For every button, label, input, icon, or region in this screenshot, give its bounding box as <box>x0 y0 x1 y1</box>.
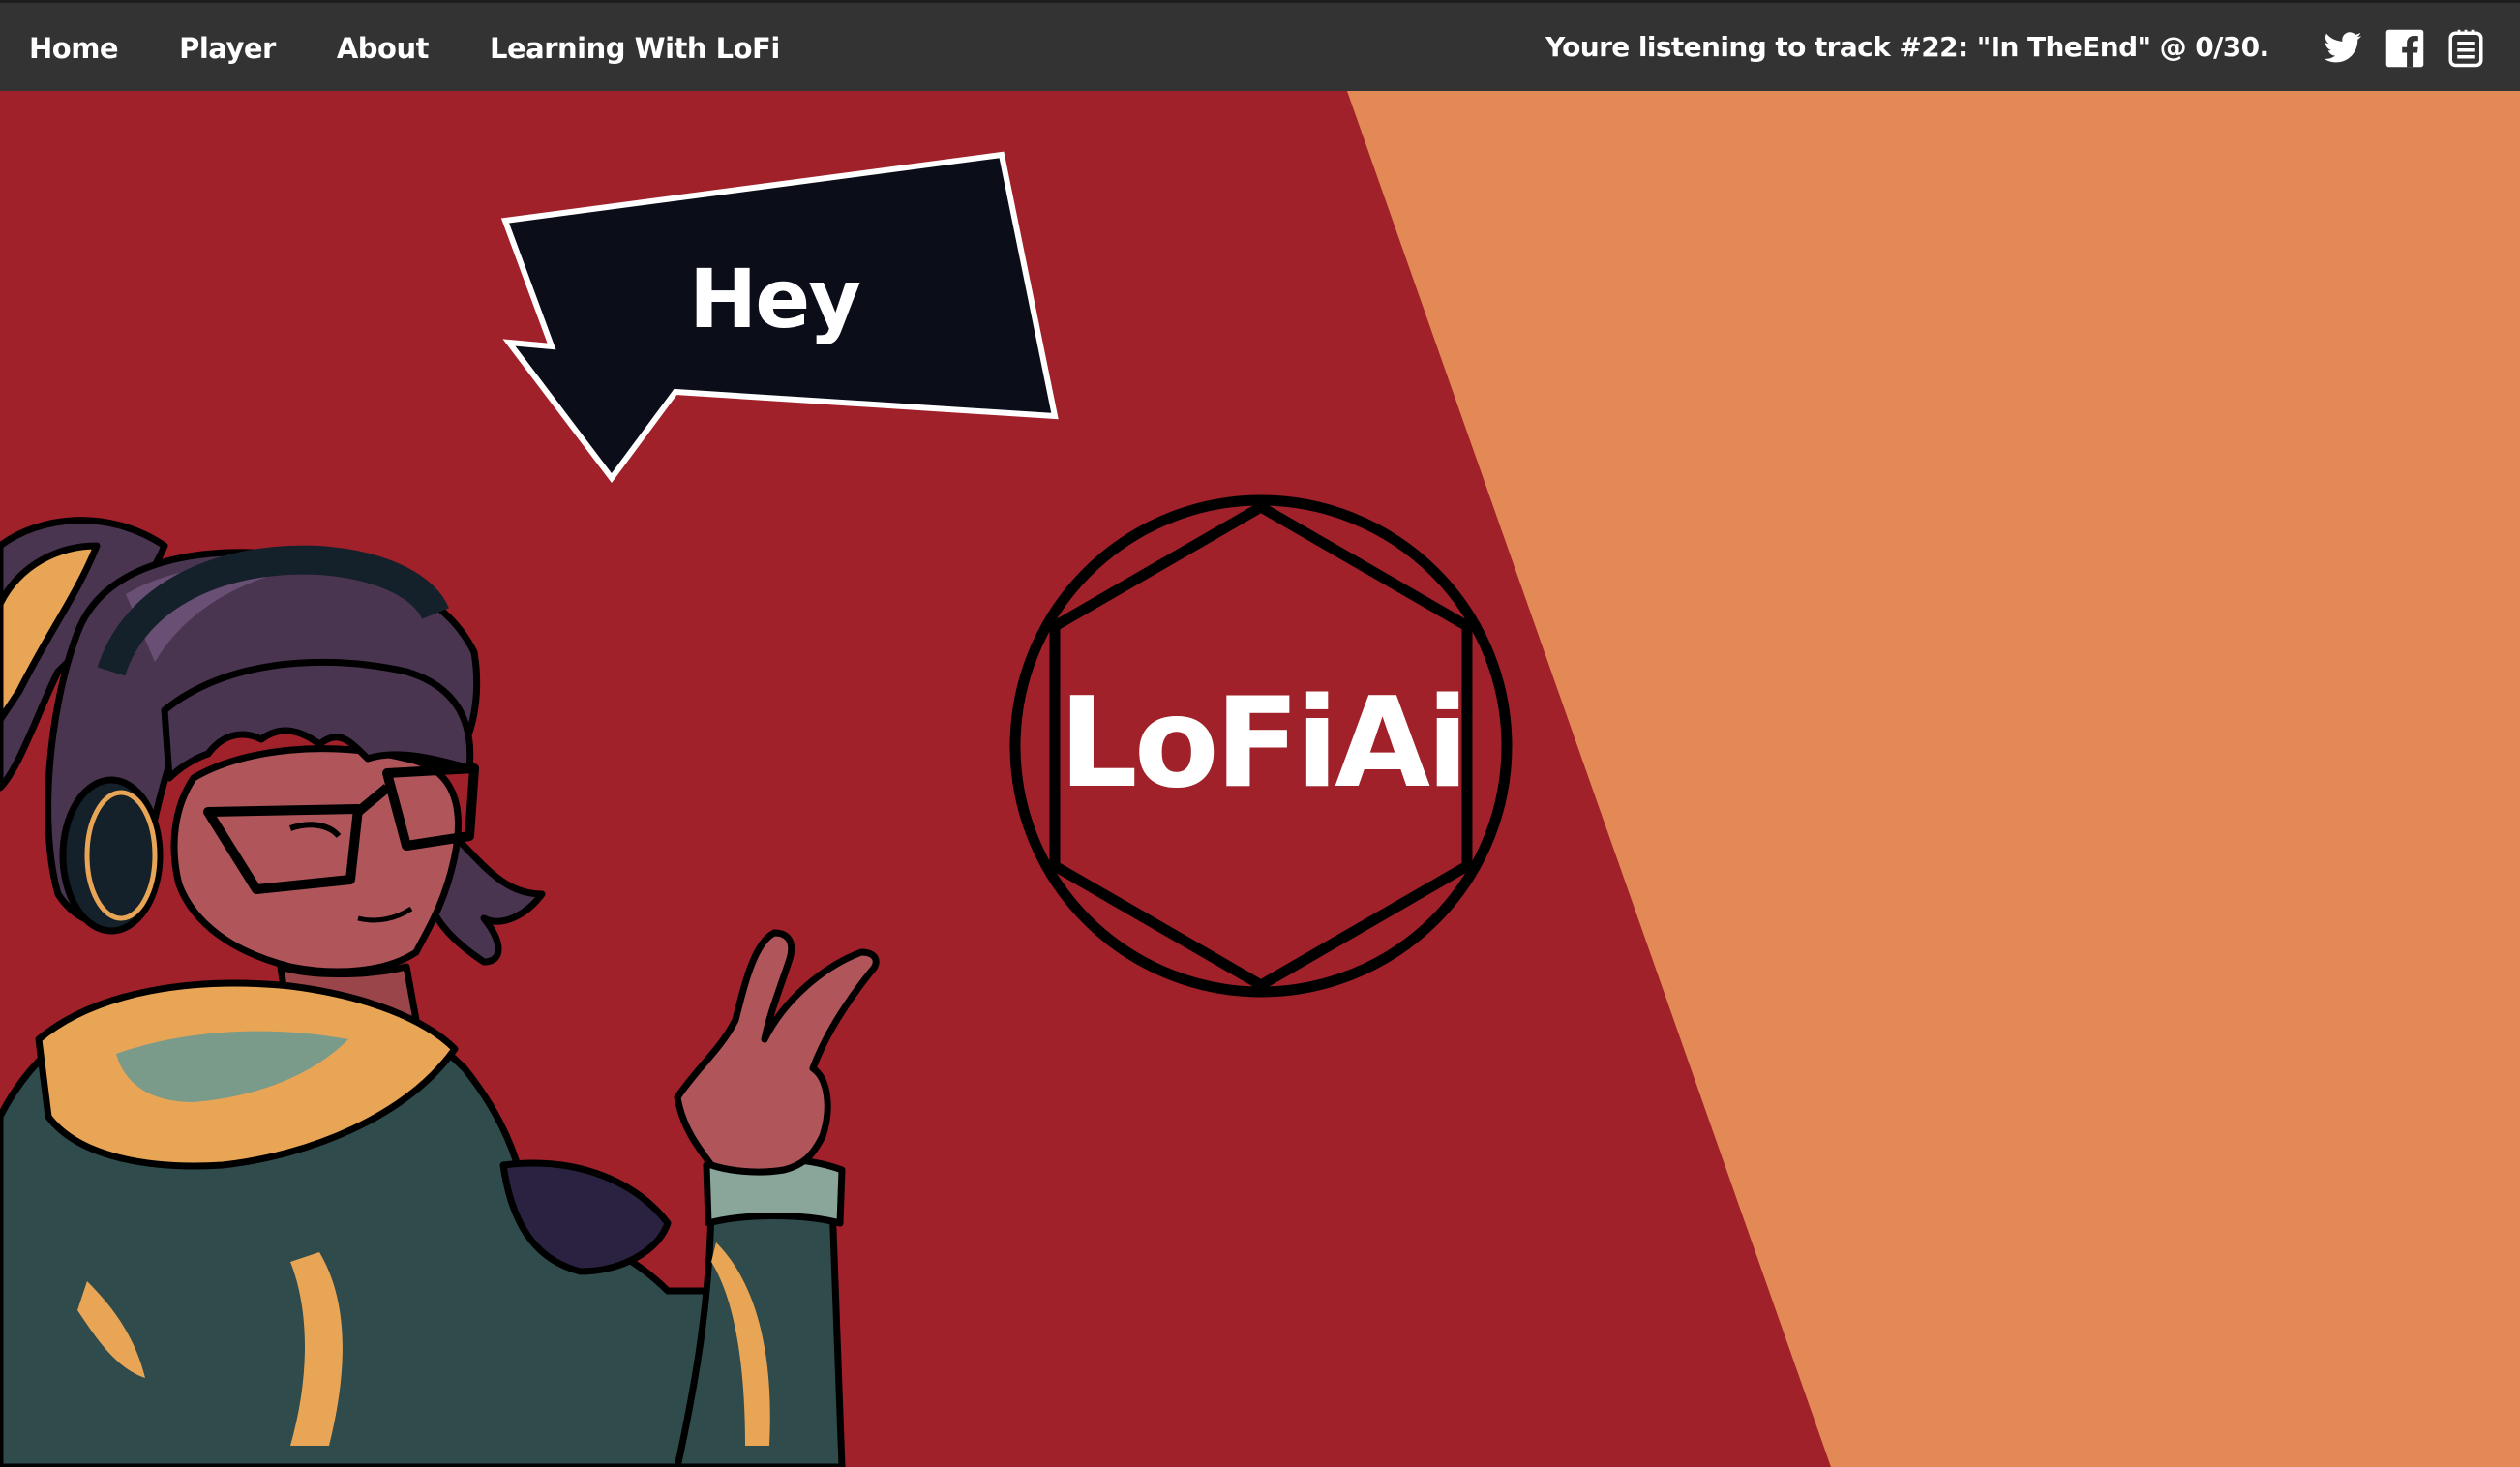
facebook-icon[interactable] <box>2385 28 2425 69</box>
nav-link-player[interactable]: Player <box>179 32 276 65</box>
now-playing-status: Youre listening to track #22: "In TheEnd… <box>1545 31 2269 63</box>
speech-bubble-text: Hey <box>688 252 861 346</box>
nav-link-about[interactable]: About <box>337 32 430 65</box>
nav-link-home[interactable]: Home <box>29 32 119 65</box>
top-navbar: Home Player About Learning With LoFi You… <box>0 0 2520 91</box>
nav-links: Home Player About Learning With LoFi <box>0 3 780 94</box>
twitter-icon[interactable] <box>2323 28 2363 69</box>
hero-section: Hey LoFiAi <box>0 91 2520 1467</box>
lofiai-logo-text: LoFiAi <box>1059 672 1469 816</box>
notes-icon[interactable] <box>2445 28 2486 69</box>
page: Home Player About Learning With LoFi You… <box>0 0 2520 1467</box>
nav-link-learning-with-lofi[interactable]: Learning With LoFi <box>490 32 780 65</box>
